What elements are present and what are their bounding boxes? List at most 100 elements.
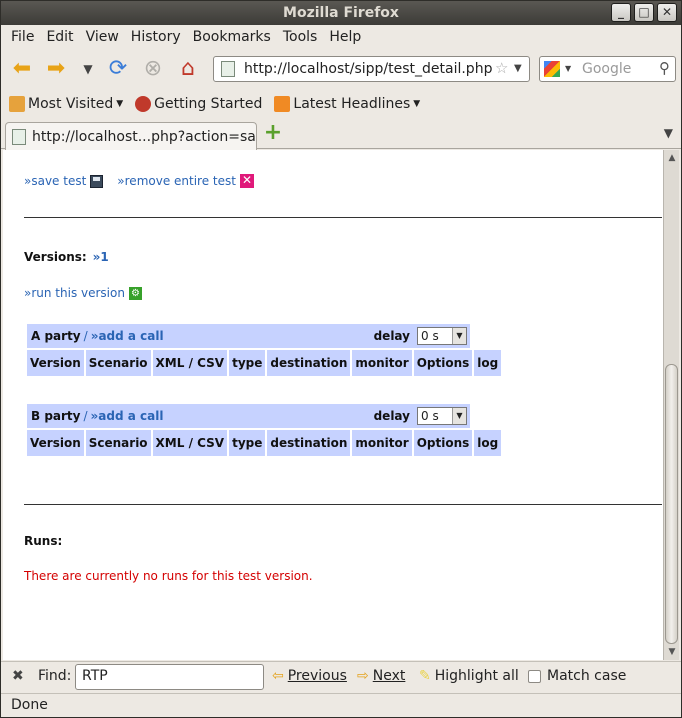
delay-value: 0 s xyxy=(421,409,439,423)
window-title: Mozilla Firefox xyxy=(283,5,399,21)
google-engine-icon[interactable] xyxy=(544,61,560,77)
bookmark-label: Latest Headlines xyxy=(293,96,411,112)
find-input[interactable]: RTP xyxy=(75,664,264,690)
menu-tools[interactable]: Tools xyxy=(277,29,324,45)
scroll-thumb[interactable] xyxy=(665,364,678,644)
bookmark-most-visited[interactable]: Most Visited ▼ xyxy=(9,96,123,112)
search-icon[interactable]: ⚲ xyxy=(659,59,670,77)
menu-help[interactable]: Help xyxy=(323,29,367,45)
forward-icon[interactable]: ➡ xyxy=(41,55,71,83)
delay-value: 0 s xyxy=(421,329,439,343)
delay-select[interactable]: 0 s ▼ xyxy=(417,407,467,425)
col-version: Version xyxy=(27,430,84,456)
menu-file[interactable]: File xyxy=(5,29,40,45)
versions-row: Versions: »1 xyxy=(24,250,109,264)
status-text: Done xyxy=(11,697,48,713)
bookmarks-toolbar: Most Visited ▼ Getting Started Latest He… xyxy=(1,91,681,117)
scroll-up-icon[interactable]: ▲ xyxy=(666,152,678,164)
reload-icon[interactable]: ⟳ xyxy=(103,55,133,83)
party-a-table: A party / »add a call delay 0 s ▼ Versio… xyxy=(27,324,502,376)
status-bar: Done xyxy=(1,693,681,717)
close-find-icon[interactable]: ✖ xyxy=(12,668,24,684)
remove-x-icon[interactable]: ✕ xyxy=(239,174,254,188)
maximize-button[interactable]: □ xyxy=(634,3,654,22)
page-favicon xyxy=(12,128,26,145)
search-placeholder: Google xyxy=(582,61,632,77)
chevron-down-icon: ▼ xyxy=(452,408,466,424)
delay-label: delay xyxy=(373,409,410,423)
history-dropdown-icon[interactable]: ▼ xyxy=(73,55,103,83)
rss-icon xyxy=(274,96,291,112)
bookmark-label: Getting Started xyxy=(154,96,263,112)
bookmark-latest-headlines[interactable]: Latest Headlines ▼ xyxy=(274,96,420,112)
new-tab-icon[interactable]: + xyxy=(263,122,283,144)
delay-select[interactable]: 0 s ▼ xyxy=(417,327,467,345)
party-b-table: B party / »add a call delay 0 s ▼ Versio… xyxy=(27,404,502,456)
remove-test-link[interactable]: »remove entire test xyxy=(117,174,236,188)
find-previous-button[interactable]: ⇦ Previous xyxy=(272,668,347,684)
menu-bookmarks[interactable]: Bookmarks xyxy=(187,29,277,45)
column-header-row: Version Scenario XML / CSV type destinat… xyxy=(27,430,502,456)
find-next-button[interactable]: ⇨ Next xyxy=(357,668,405,684)
gear-icon[interactable]: ⚙ xyxy=(128,286,142,300)
firefox-icon xyxy=(135,96,152,112)
chevron-down-icon: ▼ xyxy=(413,99,421,109)
column-header-row: Version Scenario XML / CSV type destinat… xyxy=(27,350,502,376)
add-call-link[interactable]: »add a call xyxy=(91,409,164,423)
match-case-toggle[interactable]: Match case xyxy=(528,668,626,684)
browser-window: Mozilla Firefox _ □ ✕ File Edit View His… xyxy=(0,0,682,718)
stop-icon[interactable]: ⊗ xyxy=(138,55,168,83)
col-options: Options xyxy=(413,350,473,376)
page-favicon xyxy=(221,61,235,77)
tab-list-chevron-icon[interactable]: ▼ xyxy=(664,126,673,140)
scroll-down-icon[interactable]: ▼ xyxy=(666,646,678,658)
highlight-all-button[interactable]: ✎ Highlight all xyxy=(419,668,519,684)
bookmark-label: Most Visited xyxy=(28,96,114,112)
match-case-label: Match case xyxy=(547,668,627,684)
close-window-button[interactable]: ✕ xyxy=(657,3,677,22)
runs-row: Runs: xyxy=(24,534,62,548)
divider xyxy=(24,217,662,218)
search-bar[interactable]: ▼ Google ⚲ xyxy=(539,56,676,82)
col-type: type xyxy=(229,430,266,456)
chevron-down-icon: ▼ xyxy=(452,328,466,344)
col-scenario: Scenario xyxy=(85,430,151,456)
find-label: Find: xyxy=(38,668,72,684)
url-dropdown-icon[interactable]: ▼ xyxy=(514,63,522,74)
tab-active[interactable]: http://localhost...php?action=save xyxy=(5,122,257,150)
arrow-left-icon: ⇦ xyxy=(272,668,284,684)
col-log: log xyxy=(474,350,502,376)
party-header: A party / »add a call delay 0 s ▼ xyxy=(27,324,470,348)
bookmark-getting-started[interactable]: Getting Started xyxy=(135,96,262,112)
party-separator: / xyxy=(83,409,88,423)
match-case-checkbox[interactable] xyxy=(528,669,541,683)
menu-history[interactable]: History xyxy=(125,29,187,45)
vertical-scrollbar[interactable]: ▲ ▼ xyxy=(663,150,679,660)
highlight-all-label: Highlight all xyxy=(434,668,519,684)
menu-edit[interactable]: Edit xyxy=(40,29,79,45)
tab-title: http://localhost...php?action=save xyxy=(32,128,257,145)
run-version-link[interactable]: »run this version xyxy=(24,286,125,300)
col-version: Version xyxy=(27,350,84,376)
col-destination: destination xyxy=(267,350,351,376)
save-disk-icon[interactable] xyxy=(90,174,104,188)
minimize-button[interactable]: _ xyxy=(611,3,631,22)
delay-label: delay xyxy=(373,329,410,343)
test-actions: »save test »remove entire test ✕ xyxy=(24,174,254,188)
menu-view[interactable]: View xyxy=(80,29,125,45)
home-icon[interactable]: ⌂ xyxy=(173,55,203,83)
find-previous-label: Previous xyxy=(287,668,347,684)
col-monitor: monitor xyxy=(352,350,412,376)
add-call-link[interactable]: »add a call xyxy=(91,329,164,343)
party-name: B party xyxy=(31,409,81,423)
back-icon[interactable]: ⬅ xyxy=(7,55,37,83)
run-version-row: »run this version ⚙ xyxy=(24,286,142,300)
version-link[interactable]: »1 xyxy=(93,250,109,264)
engine-dropdown-icon[interactable]: ▼ xyxy=(565,64,571,73)
url-bar[interactable]: http://localhost/sipp/test_detail.php?ac… xyxy=(213,56,530,82)
arrow-right-icon: ⇨ xyxy=(357,668,369,684)
save-test-link[interactable]: »save test xyxy=(24,174,86,188)
versions-label: Versions: xyxy=(24,250,87,264)
bookmark-star-icon[interactable]: ☆ xyxy=(495,59,508,77)
col-scenario: Scenario xyxy=(85,350,151,376)
